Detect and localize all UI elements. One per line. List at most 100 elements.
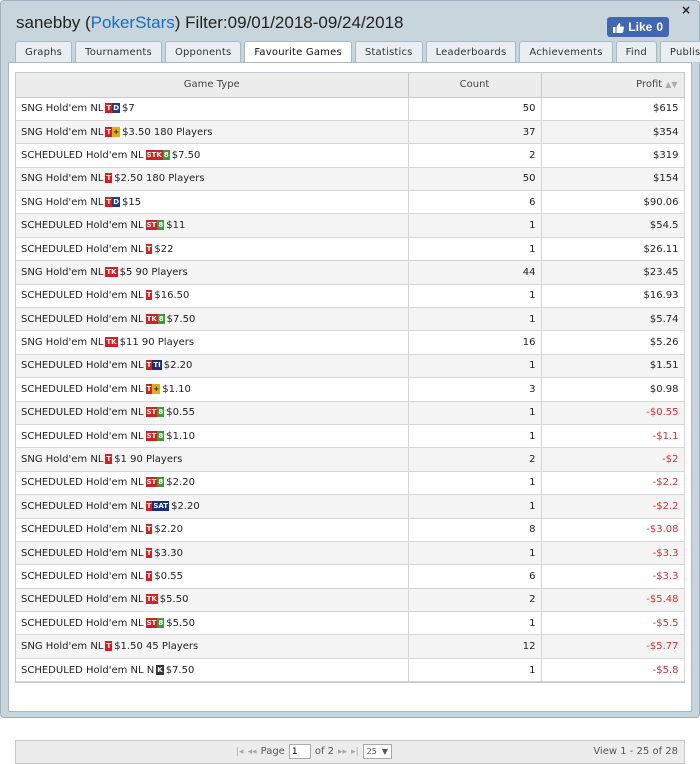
- like-label: Like: [628, 20, 653, 34]
- game-type-badge-icon: T: [105, 641, 113, 652]
- game-stake-text: $0.55: [154, 571, 184, 582]
- game-type-text: SCHEDULED Hold'em NL: [21, 149, 144, 161]
- table-row[interactable]: SNG Hold'em NL T D $7 50 $615: [16, 97, 685, 121]
- game-type-badge-icon: +: [152, 383, 161, 394]
- close-icon[interactable]: ×: [681, 4, 691, 16]
- profit-cell: $54.5: [541, 213, 685, 238]
- game-type-text: SCHEDULED Hold'em NL: [21, 313, 144, 325]
- column-header-game-type[interactable]: Game Type: [16, 73, 409, 98]
- game-type-badge-icon: ST: [145, 430, 158, 441]
- count-cell: 6: [408, 564, 542, 589]
- page-number-input[interactable]: [288, 744, 311, 759]
- tab-tournaments[interactable]: Tournaments: [75, 41, 162, 62]
- sort-icon: ▲▼: [665, 80, 678, 90]
- profit-cell: -$2.2: [541, 494, 685, 519]
- game-stake-text: $5.50: [166, 617, 195, 629]
- table-row[interactable]: SCHEDULED Hold'em NL T + $1.10 3 $0.98: [16, 377, 685, 402]
- table-row[interactable]: SCHEDULED Hold'em NL T $2.20 8 -$3.08: [16, 518, 685, 542]
- column-header-count[interactable]: Count: [408, 73, 542, 98]
- table-row[interactable]: SNG Hold'em NL TK $11 90 Players 16 $5.26: [16, 330, 685, 355]
- table-row[interactable]: SCHEDULED Hold'em NL T $16.50 1 $16.93: [16, 284, 685, 309]
- table-row[interactable]: SCHEDULED Hold'em NL ST 8 $11 1 $54.5: [16, 213, 685, 238]
- count-cell: 1: [408, 213, 542, 238]
- game-type-text: SNG Hold'em NL: [21, 337, 104, 349]
- game-type-badge-icon: STK: [145, 149, 163, 160]
- count-cell: 3: [408, 377, 542, 402]
- profit-cell: -$5.48: [541, 588, 685, 613]
- page-title: sanebby (PokerStars) Filter:09/01/2018-0…: [16, 13, 404, 32]
- game-type-text: SCHEDULED Hold'em NL: [21, 547, 144, 559]
- profit-cell: $154: [541, 167, 685, 192]
- game-type-cell: SNG Hold'em NL T $2.50 180 Players: [16, 167, 409, 192]
- game-type-badge-icon: ST: [145, 477, 158, 488]
- table-row[interactable]: SCHEDULED Hold'em NL ST 8 $0.55 1 -$0.55: [16, 401, 685, 425]
- tab-find[interactable]: Find: [615, 41, 657, 62]
- table-row[interactable]: SNG Hold'em NL TK $5 90 Players 44 $23.45: [16, 260, 685, 285]
- game-type-badge-icon: T: [105, 454, 113, 465]
- count-cell: 1: [408, 424, 542, 449]
- table-row[interactable]: SCHEDULED Hold'em NL TK 8 $7.50 1 $5.74: [16, 307, 685, 332]
- game-type-cell: SNG Hold'em NL TK $11 90 Players: [16, 330, 409, 355]
- count-cell: 1: [408, 471, 542, 496]
- tab-achievements[interactable]: Achievements: [519, 41, 613, 62]
- table-row[interactable]: SNG Hold'em NL T $1 90 Players 2 -$2: [16, 447, 685, 472]
- game-stake-text: $7.50: [166, 313, 196, 325]
- facebook-like-button[interactable]: Like 0: [607, 17, 669, 37]
- table-row[interactable]: SCHEDULED Hold'em NL T $22 1 $26.11: [16, 237, 685, 262]
- game-stake-text: $2.50 180 Players: [114, 173, 205, 185]
- first-page-icon[interactable]: |◂: [236, 747, 244, 757]
- game-type-cell: SCHEDULED Hold'em NL T SAT $2.20: [16, 494, 409, 519]
- tab-bar: Graphs Tournaments Opponents Favourite Game…: [15, 41, 700, 63]
- game-type-text: SCHEDULED Hold'em NL: [21, 220, 144, 232]
- game-type-badge-icon: ST: [145, 617, 158, 628]
- table-row[interactable]: SCHEDULED Hold'em NL ST 8 $2.20 1 -$2.2: [16, 471, 685, 496]
- game-type-badge-icon: SAT: [152, 500, 170, 511]
- game-type-text: SNG Hold'em NL: [21, 266, 104, 278]
- game-type-badge-icon: 8: [157, 220, 165, 231]
- table-row[interactable]: SNG Hold'em NL T + $3.50 180 Players 37 $354: [16, 120, 685, 145]
- table-row[interactable]: SNG Hold'em NL T $1.50 45 Players 12 -$5.77: [16, 634, 685, 659]
- tab-leaderboards[interactable]: Leaderboards: [425, 41, 517, 62]
- game-type-badge-icon: 8: [157, 313, 165, 324]
- prev-page-icon[interactable]: ◂◂: [248, 747, 257, 757]
- tab-statistics[interactable]: Statistics: [354, 41, 423, 62]
- last-page-icon[interactable]: ▸|: [351, 747, 359, 757]
- game-type-badge-icon: T: [145, 243, 153, 254]
- tab-publish[interactable]: Publish: [659, 41, 700, 62]
- table-row[interactable]: SCHEDULED Hold'em NL T TI $2.20 1 $1.51: [16, 354, 685, 379]
- profit-cell: -$3.3: [541, 564, 685, 589]
- profit-cell: $90.06: [541, 190, 685, 215]
- column-header-profit[interactable]: Profit ▲▼: [541, 73, 685, 98]
- tab-favourite-games[interactable]: Favourite Games: [244, 41, 352, 63]
- table-row[interactable]: SCHEDULED Hold'em NL T $0.55 6 -$3.3: [16, 564, 685, 589]
- game-stake-text: $22: [154, 243, 174, 255]
- count-cell: 1: [408, 307, 542, 332]
- tab-graphs[interactable]: Graphs: [15, 41, 73, 62]
- game-type-text: SNG Hold'em NL: [21, 196, 104, 208]
- table-row[interactable]: SCHEDULED Hold'em NL T SAT $2.20 1 -$2.2: [16, 494, 685, 519]
- game-stake-text: $2.20: [163, 360, 193, 372]
- table-row[interactable]: SCHEDULED Hold'em NL ST 8 $5.50 1 -$5.5: [16, 611, 685, 636]
- game-type-text: SCHEDULED Hold'em NL: [21, 407, 144, 419]
- table-row[interactable]: SCHEDULED Hold'em NL T $3.30 1 -$3.3: [16, 541, 685, 566]
- site-link[interactable]: PokerStars: [91, 13, 175, 32]
- table-row[interactable]: SNG Hold'em NL T $2.50 180 Players 50 $154: [16, 167, 685, 192]
- table-row[interactable]: SCHEDULED Hold'em NL N K $7.50 1 -$5.8: [16, 658, 685, 683]
- next-page-icon[interactable]: ▸▸: [338, 747, 347, 757]
- table-row[interactable]: SCHEDULED Hold'em NL TK $5.50 2 -$5.48: [16, 588, 685, 613]
- game-type-badge-icon: ST: [145, 407, 158, 418]
- game-type-badge-icon: 8: [162, 149, 170, 160]
- table-row[interactable]: SCHEDULED Hold'em NL STK 8 $7.50 2 $319: [16, 143, 685, 168]
- profit-cell: $354: [541, 120, 685, 145]
- like-count: 0: [656, 20, 663, 34]
- count-cell: 1: [408, 611, 542, 636]
- table-row[interactable]: SNG Hold'em NL T D $15 6 $90.06: [16, 190, 685, 215]
- count-cell: 1: [408, 284, 542, 309]
- game-type-text: SNG Hold'em NL: [21, 103, 104, 115]
- game-type-cell: SCHEDULED Hold'em NL TK $5.50: [16, 588, 409, 613]
- table-row[interactable]: SCHEDULED Hold'em NL ST 8 $1.10 1 -$1.1: [16, 424, 685, 449]
- game-type-cell: SCHEDULED Hold'em NL ST 8 $2.20: [16, 471, 409, 496]
- profit-cell: $615: [541, 97, 685, 121]
- page-size-select[interactable]: 25 ▼: [362, 744, 392, 759]
- tab-opponents[interactable]: Opponents: [164, 41, 242, 62]
